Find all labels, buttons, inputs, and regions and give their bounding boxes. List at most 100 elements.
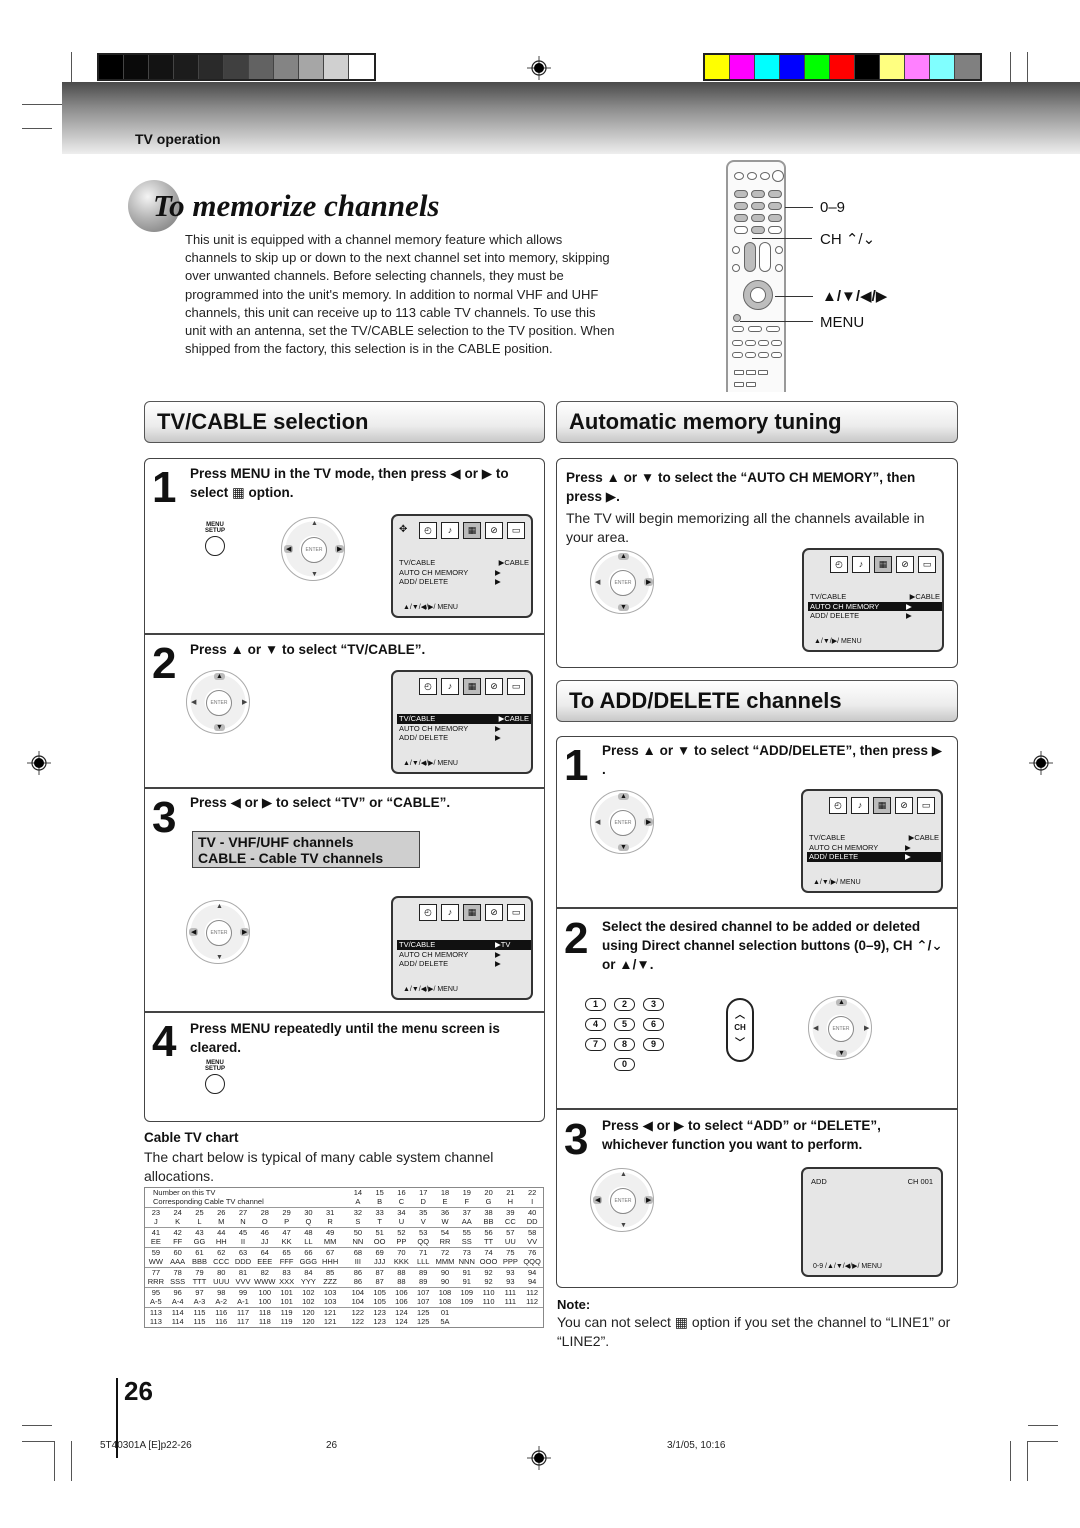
auto-heading: Automatic memory tuning bbox=[569, 409, 842, 434]
gray-swatch bbox=[199, 55, 224, 79]
registration-target-icon bbox=[27, 751, 51, 775]
chart-cell: 52 PP bbox=[396, 1228, 407, 1246]
chart-cell: 113 113 bbox=[149, 1308, 162, 1326]
callout-arrows: ▲/▼/◀/▶ bbox=[822, 288, 888, 305]
chart-cell: 115 115 bbox=[193, 1308, 206, 1326]
chart-cell: 58 VV bbox=[527, 1228, 538, 1246]
callout-line bbox=[775, 296, 813, 297]
chart-cell: 60 AAA bbox=[170, 1248, 186, 1266]
chart-cell: 28 O bbox=[260, 1208, 269, 1226]
table-row: 77 RRR 78 SSS 79 TTT 80 UUU 81 VVV 82 WWW 83 XXX 84 YYY… bbox=[145, 1268, 543, 1288]
chart-cell: 112 112 bbox=[526, 1288, 539, 1306]
chart-cell: 72 MMM bbox=[435, 1248, 455, 1266]
table-row: Number on this TV Corresponding Cable TV … bbox=[145, 1188, 543, 1208]
chart-cell: 27 N bbox=[238, 1208, 248, 1226]
chart-cell bbox=[456, 1309, 478, 1326]
chart-cell: 94 94 bbox=[527, 1268, 537, 1286]
gray-swatch bbox=[99, 55, 124, 79]
gray-swatch bbox=[349, 55, 374, 79]
chart-cell: 109 109 bbox=[460, 1288, 474, 1306]
color-calibration-bar bbox=[703, 53, 982, 81]
chart-cell: 39 CC bbox=[504, 1208, 516, 1226]
chart-cell: 116 116 bbox=[215, 1308, 228, 1326]
chart-cell: 17 D bbox=[419, 1188, 428, 1206]
chart-cell: 92 92 bbox=[484, 1268, 493, 1286]
registration-target-icon bbox=[527, 56, 551, 80]
number-key-icon: 5 bbox=[614, 1018, 635, 1031]
color-swatch bbox=[905, 55, 930, 79]
chart-cell: 40 DD bbox=[526, 1208, 538, 1226]
chart-cell: 15 B bbox=[375, 1188, 384, 1206]
color-swatch bbox=[780, 55, 805, 79]
chart-cell: 98 A-2 bbox=[215, 1288, 228, 1306]
footer-date: 3/1/05, 10:16 bbox=[667, 1440, 726, 1451]
crop-mark bbox=[71, 1441, 72, 1481]
cable-channel-table: Number on this TV Corresponding Cable TV … bbox=[144, 1187, 544, 1328]
chart-cell: 55 SS bbox=[461, 1228, 472, 1246]
chart-cell: 18 E bbox=[440, 1188, 450, 1206]
crop-mark bbox=[1028, 1425, 1058, 1426]
chart-cell: 53 QQ bbox=[417, 1228, 430, 1246]
chart-cell: 22 I bbox=[527, 1188, 537, 1206]
gray-swatch bbox=[224, 55, 249, 79]
chart-cell: 33 T bbox=[375, 1208, 384, 1226]
chart-cell: 83 XXX bbox=[279, 1268, 295, 1286]
chart-cell: 86 86 bbox=[353, 1268, 363, 1286]
gray-swatch bbox=[124, 55, 149, 79]
table-row: 41 EE 42 FF 43 GG 44 HH 45 II 46 JJ 47 KK 48 LL 49 MM 50 NN… bbox=[145, 1228, 543, 1248]
color-swatch bbox=[880, 55, 905, 79]
number-key-icon: 0 bbox=[614, 1058, 635, 1071]
registration-target-icon bbox=[1029, 751, 1053, 775]
gray-swatch bbox=[174, 55, 199, 79]
step-divider bbox=[145, 633, 544, 635]
chart-cell: 61 BBB bbox=[191, 1248, 207, 1266]
chart-cell: 70 KKK bbox=[393, 1248, 409, 1266]
chart-cell: 78 SSS bbox=[170, 1268, 186, 1286]
chart-cell: 102 102 bbox=[302, 1288, 315, 1306]
color-swatch bbox=[755, 55, 780, 79]
chart-cell: 108 108 bbox=[438, 1288, 452, 1306]
dpad-up-down-right-icon: ENTER ▲ ▼ ◀ ▶ bbox=[590, 790, 654, 854]
chart-cell: 35 V bbox=[419, 1208, 428, 1226]
chart-cell: 91 91 bbox=[462, 1268, 471, 1286]
step-divider bbox=[557, 907, 957, 909]
auto-instruction: Press ▲ or ▼ to select the “AUTO CH MEMO… bbox=[566, 470, 916, 504]
crop-mark bbox=[54, 1441, 55, 1481]
note-text: You can not select ▦ option if you set t… bbox=[557, 1314, 951, 1349]
gray-swatch bbox=[149, 55, 174, 79]
tvcable-heading: TV/CABLE selection bbox=[157, 409, 369, 434]
step-divider bbox=[145, 787, 544, 789]
chart-cell: 50 NN bbox=[352, 1228, 364, 1246]
chart-cell: 48 LL bbox=[304, 1228, 313, 1246]
chart-cell: 99 A-1 bbox=[237, 1288, 249, 1306]
step-number: 3 bbox=[564, 1115, 589, 1164]
chart-cell: 111 111 bbox=[504, 1288, 517, 1306]
chart-cell: 84 YYY bbox=[300, 1268, 316, 1286]
cable-chart-heading: Cable TV chart bbox=[144, 1130, 239, 1145]
gray-swatch bbox=[324, 55, 349, 79]
ch-up-down-key-icon: ︿ CH ﹀ bbox=[726, 998, 754, 1062]
footer-page: 26 bbox=[326, 1440, 338, 1451]
callout-line bbox=[785, 207, 813, 208]
chart-cell: 103 103 bbox=[323, 1288, 337, 1306]
chart-cell: 44 HH bbox=[215, 1228, 227, 1246]
step-instruction: Press MENU in the TV mode, then press ◀ … bbox=[190, 466, 509, 500]
chart-cell: 119 119 bbox=[280, 1308, 293, 1326]
number-key-icon: 3 bbox=[643, 998, 664, 1011]
dpad-left-right-icon: ENTER ▲ ▼ ◀ ▶ bbox=[281, 517, 345, 581]
chart-cell: 76 QQQ bbox=[523, 1248, 541, 1266]
chart-cell: 75 PPP bbox=[502, 1248, 518, 1266]
chart-cell: 36 W bbox=[440, 1208, 450, 1226]
chart-header-labels: Number on this TV Corresponding Cable TV … bbox=[153, 1188, 264, 1206]
page-title: To memorize channels bbox=[153, 188, 440, 223]
color-swatch bbox=[805, 55, 830, 79]
osd-menu-screen: ✥ ◴ ♪ ▦ ⊘ ▭ TV/CABLE ▶CABLE AUTO CH MEMORY ▶ A… bbox=[391, 514, 533, 618]
chart-cell: 74 OOO bbox=[479, 1248, 498, 1266]
crop-mark bbox=[22, 1441, 54, 1442]
callout-line bbox=[740, 321, 813, 322]
number-key-icon: 7 bbox=[585, 1038, 606, 1051]
chart-cell: 47 KK bbox=[281, 1228, 292, 1246]
footer-file-id: 5T40301A [E]p22-26 bbox=[100, 1440, 192, 1451]
number-key-icon: 8 bbox=[614, 1038, 635, 1051]
chart-cell bbox=[499, 1309, 521, 1326]
